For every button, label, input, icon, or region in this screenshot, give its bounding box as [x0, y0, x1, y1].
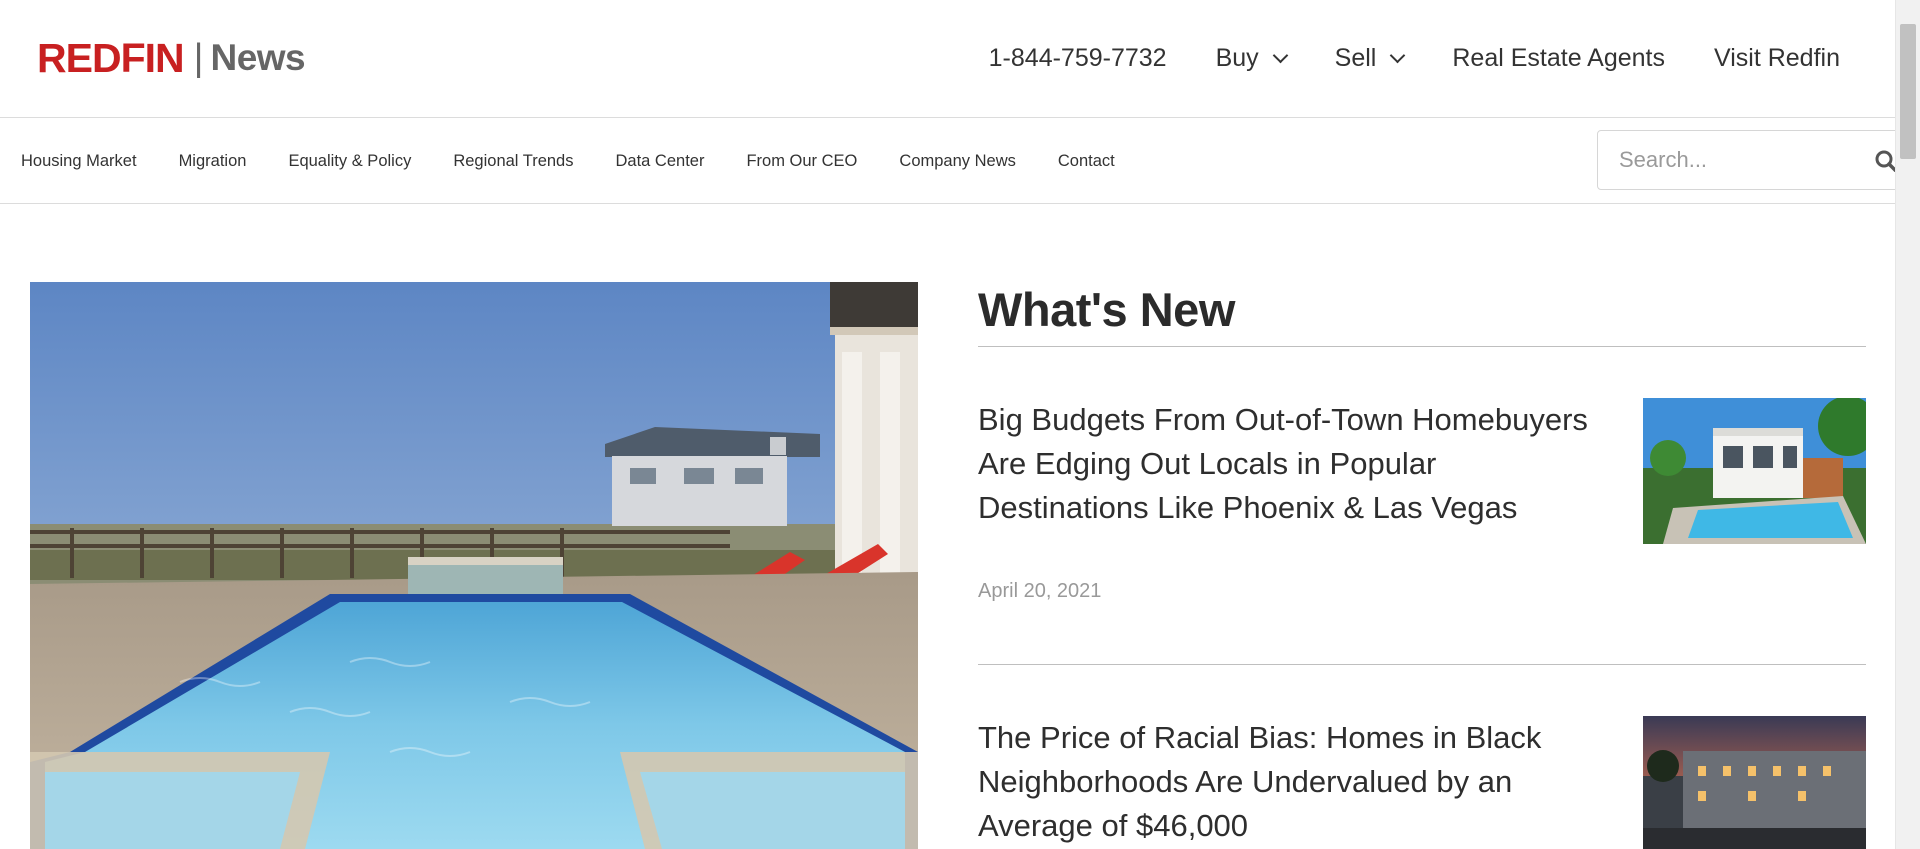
search-box: [1597, 130, 1907, 190]
article-thumbnail[interactable]: [1643, 398, 1866, 544]
nav-buy-label: Buy: [1215, 43, 1259, 72]
scrollbar-thumb[interactable]: [1900, 24, 1916, 159]
page-scrollbar[interactable]: [1895, 0, 1920, 849]
search-input[interactable]: [1598, 131, 1906, 189]
nav-sell[interactable]: Sell: [1334, 43, 1406, 73]
redfin-news-logo[interactable]: REDFIN | News: [37, 34, 306, 82]
category-housing-market[interactable]: Housing Market: [21, 152, 137, 171]
category-regional-trends[interactable]: Regional Trends: [453, 152, 573, 171]
category-data-center[interactable]: Data Center: [616, 152, 705, 171]
whats-new-section: What's New Big Budgets From Out-of-Town …: [978, 282, 1866, 849]
article-date: April 20, 2021: [978, 580, 1102, 602]
logo-separator: |: [193, 36, 204, 79]
category-list: Housing Market Migration Equality & Poli…: [21, 118, 1157, 204]
article-divider: [978, 664, 1866, 665]
site-header: REDFIN | News 1-844-759-7732 Buy Sell Re…: [0, 0, 1895, 118]
nav-real-estate-agents[interactable]: Real Estate Agents: [1452, 44, 1665, 73]
nav-visit-redfin[interactable]: Visit Redfin: [1714, 44, 1840, 73]
logo-section: News: [210, 37, 306, 78]
category-nav: Housing Market Migration Equality & Poli…: [0, 118, 1907, 204]
logo-brand: REDFIN: [37, 34, 185, 81]
featured-article-image[interactable]: [30, 282, 918, 849]
article-card: The Price of Racial Bias: Homes in Black…: [978, 716, 1866, 849]
article-card: Big Budgets From Out-of-Town Homebuyers …: [978, 398, 1866, 665]
category-company-news[interactable]: Company News: [899, 152, 1015, 171]
section-divider: [978, 346, 1866, 347]
article-title[interactable]: Big Budgets From Out-of-Town Homebuyers …: [978, 398, 1598, 530]
category-equality-policy[interactable]: Equality & Policy: [288, 152, 411, 171]
chevron-down-icon: [1272, 47, 1288, 63]
section-title: What's New: [978, 283, 1235, 336]
nav-sell-label: Sell: [1334, 43, 1377, 72]
nav-buy[interactable]: Buy: [1215, 43, 1288, 73]
category-migration[interactable]: Migration: [179, 152, 247, 171]
chevron-down-icon: [1390, 47, 1406, 63]
article-title[interactable]: The Price of Racial Bias: Homes in Black…: [978, 716, 1598, 848]
article-thumbnail[interactable]: [1643, 716, 1866, 849]
top-nav: 1-844-759-7732 Buy Sell Real Estate Agen…: [989, 40, 1840, 76]
phone-link[interactable]: 1-844-759-7732: [989, 44, 1167, 73]
category-from-our-ceo[interactable]: From Our CEO: [746, 152, 857, 171]
category-contact[interactable]: Contact: [1058, 152, 1115, 171]
search-icon[interactable]: [1875, 150, 1897, 172]
